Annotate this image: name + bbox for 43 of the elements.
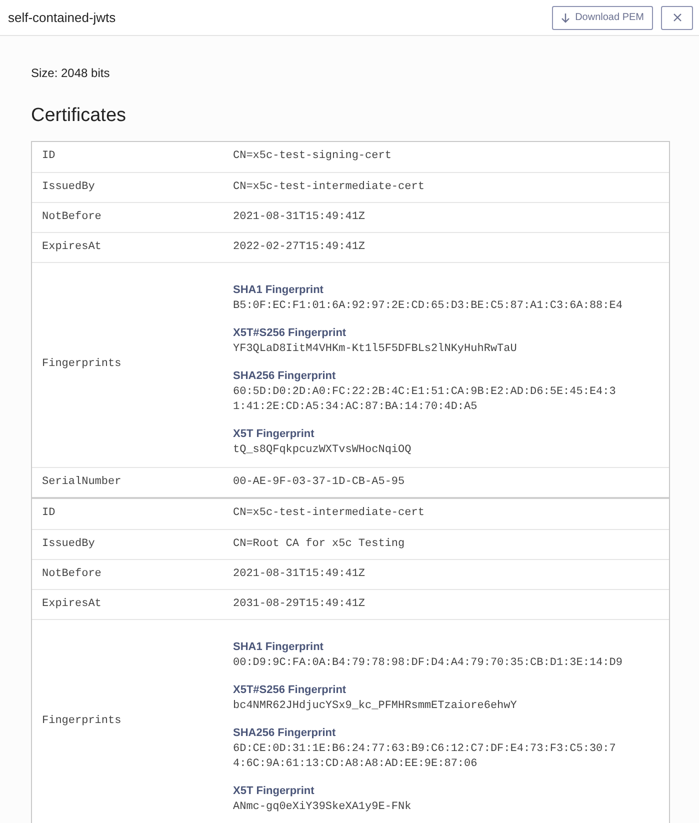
fingerprint-title: X5T Fingerprint	[233, 426, 314, 442]
fingerprint-title: SHA256 Fingerprint	[233, 726, 336, 740]
field-value: CN=x5c-test-signing-cert	[233, 149, 392, 164]
fingerprint-title: SHA1 Fingerprint	[233, 640, 324, 654]
field-value: 2022-02-27T15:49:41Z	[233, 240, 366, 255]
fingerprint-title: X5T#S256 Fingerprint	[233, 326, 346, 340]
field-label: Fingerprints	[41, 357, 122, 372]
field-label: IssuedBy	[41, 180, 96, 195]
field-value: 2031-08-29T15:49:41Z	[233, 596, 366, 612]
fingerprint-title: X5T Fingerprint	[233, 784, 314, 798]
key-size: Size: 2048 bits	[31, 65, 110, 82]
fingerprint-value: tQ_s8QFqkpcuzWXTvsWHocNqiOQ	[233, 442, 412, 458]
field-label: Fingerprints	[41, 714, 122, 730]
fingerprint-title: SHA256 Fingerprint	[233, 368, 336, 384]
fingerprint-value: 00:D9:9C:FA:0A:B4:79:78:98:DF:D4:A4:79:70:35:CB:D1:3E:14:D9	[233, 656, 624, 670]
field-label: SerialNumber	[41, 474, 122, 490]
fingerprint-value: bc4NMR62JHdjucYSx9_kc_PFMHRsmmETzaiore6ehwY	[233, 698, 518, 714]
field-label: ExpiresAt	[41, 240, 102, 255]
fingerprint-value: B5:0F:EC:F1:01:6A:92:97:2E:CD:65:D3:BE:C5:87:A1:C3:6A:88:E4	[233, 298, 624, 314]
field-value: 00-AE-9F-03-37-1D-CB-A5-95	[233, 474, 405, 490]
field-label: NotBefore	[41, 566, 102, 582]
fingerprint-value: ANmc-gq0eXiY39SkeXA1y9E-FNk	[233, 800, 412, 814]
fingerprint-value: 6D:CE:0D:31:1E:B6:24:77:63:B9:C6:12:C7:DF:E4:73:F3:C5:30:74:6C:9A:61:13:CD:A8:A8:AD:EE:9E:87:06	[233, 742, 617, 772]
fingerprint-value: 60:5D:D0:2D:A0:FC:22:2B:4C:E1:51:CA:9B:E2:AD:D6:5E:45:E4:31:41:2E:CD:A5:34:AC:87:BA:14:70:4D:A5	[233, 384, 617, 414]
fingerprint-value: YF3QLaD8IitM4VHKm-Kt1l5F5DFBLs2lNKyHuhRwTaU	[233, 342, 518, 356]
field-value: CN=x5c-test-intermediate-cert	[233, 506, 424, 522]
close-button[interactable]	[661, 6, 693, 30]
fingerprint-title: SHA1 Fingerprint	[233, 282, 324, 298]
download-button[interactable]: Download PEM	[552, 6, 653, 30]
section-title: Certificates	[31, 104, 126, 128]
field-label: ExpiresAt	[41, 596, 102, 612]
fingerprint-title: X5T#S256 Fingerprint	[233, 682, 346, 698]
field-label: NotBefore	[41, 210, 102, 225]
field-value: 2021-08-31T15:49:41Z	[233, 210, 366, 225]
field-label: IssuedBy	[41, 536, 96, 552]
window-title: self-contained-jwts	[8, 8, 116, 27]
field-value: 2021-08-31T15:49:41Z	[233, 566, 366, 582]
field-value: CN=x5c-test-intermediate-cert	[233, 180, 424, 195]
download-icon	[561, 12, 570, 22]
field-label: ID	[41, 506, 56, 522]
field-label: ID	[41, 149, 56, 164]
field-value: CN=Root CA for x5c Testing	[233, 536, 405, 552]
close-icon	[672, 13, 682, 22]
